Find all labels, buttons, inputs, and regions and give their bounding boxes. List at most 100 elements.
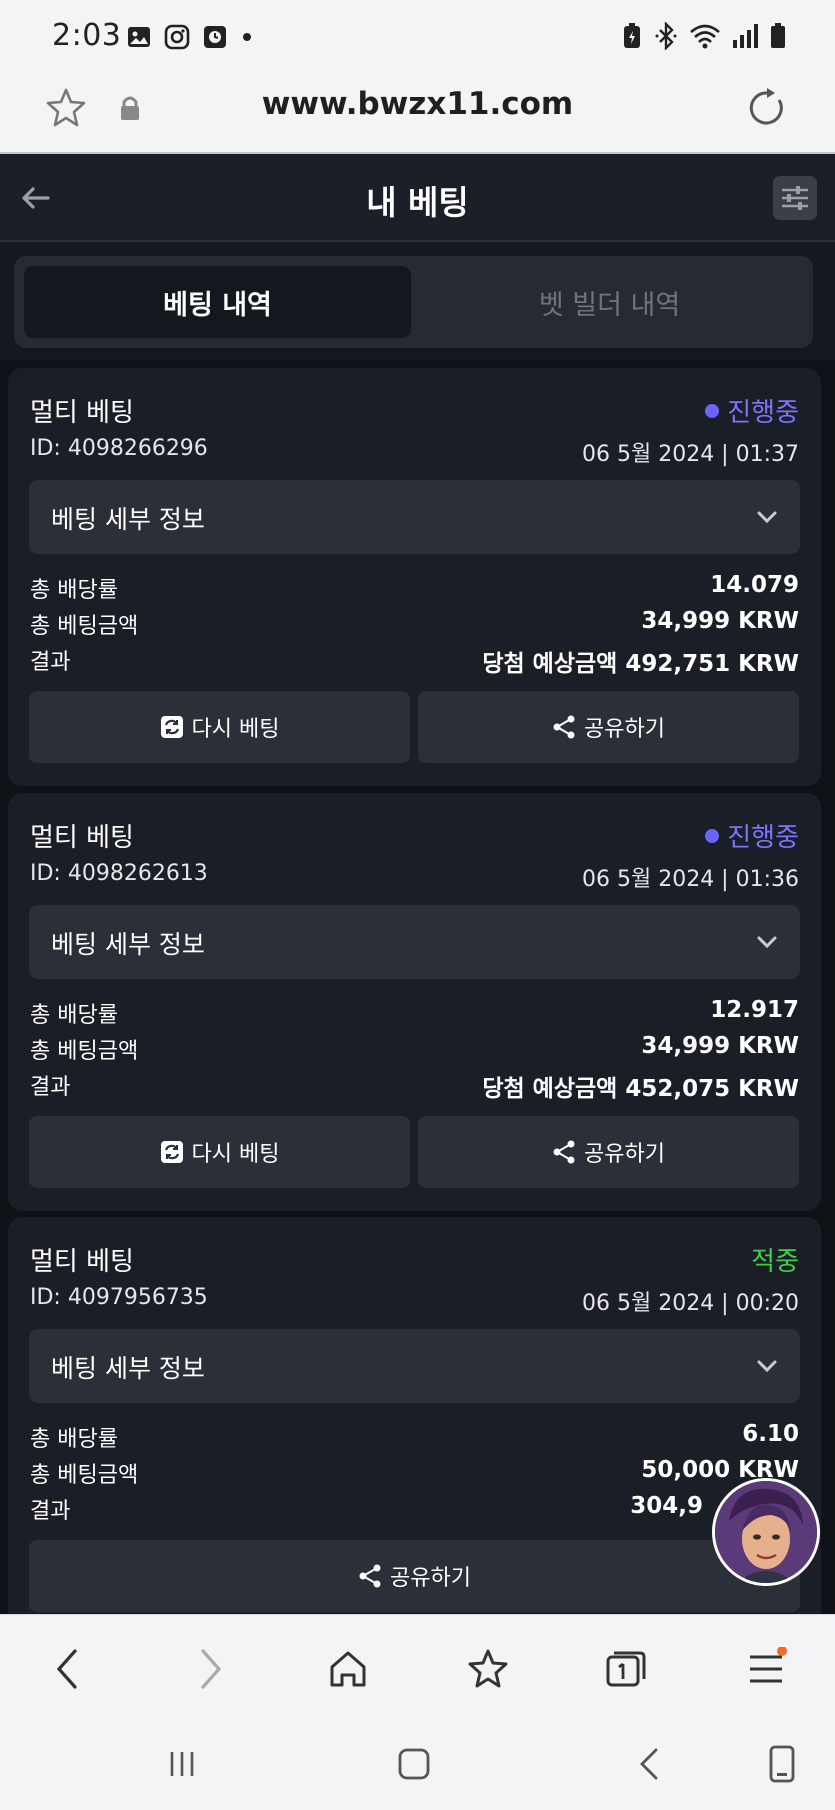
total-odds-value: 6.10 (742, 1421, 799, 1447)
app-header: 내 베팅 (0, 154, 835, 242)
recents-icon (170, 1752, 194, 1776)
share-icon (553, 1140, 575, 1164)
bet-details-toggle[interactable]: 베팅 세부 정보 (29, 905, 800, 979)
total-odds-value: 12.917 (710, 997, 799, 1023)
bet-card: 멀티 베팅 진행중 ID: 4098266296 06 5월 2024 | 01… (8, 368, 821, 786)
bet-details-toggle[interactable]: 베팅 세부 정보 (29, 1329, 800, 1403)
details-label: 베팅 세부 정보 (51, 1354, 205, 1383)
filter-button[interactable] (773, 176, 817, 220)
status-text: 진행중 (727, 823, 799, 853)
hamburger-menu-icon (750, 1647, 787, 1683)
rebet-label: 다시 베팅 (191, 1142, 280, 1167)
total-odds-label: 총 배당률 (30, 1427, 118, 1452)
instagram-icon (164, 24, 190, 50)
result-label: 결과 (30, 1499, 71, 1524)
result-value: 당첨 예상금액 492,751 KRW (482, 651, 799, 677)
dot-icon (243, 33, 251, 41)
bet-id: ID: 4097956735 (30, 1285, 208, 1310)
url-text[interactable]: www.bwzx11.com (0, 86, 835, 122)
share-button[interactable]: 공유하기 (418, 1116, 799, 1188)
share-icon (359, 1564, 381, 1588)
result-value: 304,9 (630, 1493, 703, 1519)
total-stake-value: 34,999 KRW (641, 1033, 799, 1059)
chevron-down-icon (757, 511, 777, 524)
tab-bet-builder-history[interactable]: 벳 빌더 내역 (416, 266, 803, 338)
share-label: 공유하기 (390, 1566, 471, 1591)
rebet-button[interactable]: 다시 베팅 (29, 691, 410, 763)
bookmarks-star-icon (468, 1649, 508, 1688)
browser-back-button[interactable] (44, 1645, 92, 1693)
signal-icon (733, 24, 758, 48)
status-text: 적중 (751, 1247, 799, 1277)
browser-home-button[interactable] (324, 1645, 372, 1693)
browser-tabs-button[interactable] (602, 1645, 650, 1693)
status-dot-icon (705, 828, 720, 843)
result-label: 결과 (30, 1075, 71, 1100)
image-icon (128, 27, 150, 47)
tab-bar: 베팅 내역 벳 빌더 내역 (14, 256, 813, 348)
status-badge: 적중 (751, 1241, 799, 1278)
status-badge: 진행중 (705, 817, 799, 854)
bluetooth-icon (655, 22, 677, 50)
avatar-portrait-icon (715, 1481, 817, 1583)
bet-card: 멀티 베팅 적중 ID: 4097956735 06 5월 2024 | 00:… (8, 1217, 821, 1617)
rebet-label: 다시 베팅 (191, 717, 280, 742)
details-label: 베팅 세부 정보 (51, 505, 205, 534)
result-label: 결과 (30, 650, 71, 675)
chat-avatar-button[interactable] (712, 1478, 820, 1586)
share-label: 공유하기 (584, 717, 665, 742)
notification-icons (126, 24, 254, 50)
share-label: 공유하기 (584, 1142, 665, 1167)
bet-date: 06 5월 2024 | 01:37 (581, 442, 799, 467)
bet-type: 멀티 베팅 (30, 398, 134, 428)
status-text: 진행중 (727, 398, 799, 428)
bet-id: ID: 4098262613 (30, 861, 208, 886)
status-bar: 2:03 (0, 0, 835, 72)
browser-forward-button[interactable] (186, 1645, 234, 1693)
browser-menu-button[interactable] (742, 1645, 790, 1693)
bet-type: 멀티 베팅 (30, 1247, 134, 1277)
bet-details-toggle[interactable]: 베팅 세부 정보 (29, 480, 800, 554)
chevron-down-icon (757, 936, 777, 949)
result-value: 당첨 예상금액 452,075 KRW (482, 1076, 799, 1102)
back-system-button[interactable] (628, 1742, 672, 1786)
total-stake-label: 총 베팅금액 (30, 1039, 139, 1064)
share-button[interactable]: 공유하기 (29, 1540, 800, 1612)
total-stake-label: 총 베팅금액 (30, 1463, 139, 1488)
rebet-icon (160, 716, 183, 738)
clock-app-icon (204, 26, 226, 48)
total-odds-value: 14.079 (710, 572, 799, 598)
back-chevron-icon (640, 1748, 658, 1780)
total-stake-value: 34,999 KRW (641, 608, 799, 634)
sliders-icon (782, 186, 808, 210)
details-label: 베팅 세부 정보 (51, 930, 205, 959)
system-nav-bar (0, 1714, 835, 1810)
browser-bookmarks-button[interactable] (464, 1645, 512, 1693)
home-icon (330, 1651, 366, 1687)
tab-bet-history[interactable]: 베팅 내역 (24, 266, 411, 338)
rotate-button[interactable] (760, 1742, 804, 1786)
browser-bottom-nav (0, 1614, 835, 1714)
chevron-down-icon (757, 1360, 777, 1373)
total-odds-label: 총 배당률 (30, 578, 118, 603)
battery-icon (771, 23, 785, 48)
status-badge: 진행중 (705, 392, 799, 429)
reload-icon[interactable] (745, 86, 789, 130)
wifi-icon (690, 24, 720, 49)
status-dot-icon (705, 403, 720, 418)
rebet-button[interactable]: 다시 베팅 (29, 1116, 410, 1188)
chevron-left-icon (56, 1649, 77, 1689)
bet-date: 06 5월 2024 | 01:36 (581, 867, 799, 892)
rebet-icon (160, 1141, 183, 1163)
home-system-button[interactable] (392, 1742, 436, 1786)
phone-icon (769, 1745, 795, 1783)
chevron-right-icon (201, 1649, 222, 1689)
recents-button[interactable] (160, 1742, 204, 1786)
browser-url-bar: www.bwzx11.com (0, 72, 835, 154)
page-title: 내 베팅 (366, 183, 469, 222)
bet-id: ID: 4098266296 (30, 436, 208, 461)
bet-type: 멀티 베팅 (30, 823, 134, 853)
total-odds-label: 총 배당률 (30, 1003, 118, 1028)
status-time: 2:03 (52, 18, 122, 53)
share-button[interactable]: 공유하기 (418, 691, 799, 763)
